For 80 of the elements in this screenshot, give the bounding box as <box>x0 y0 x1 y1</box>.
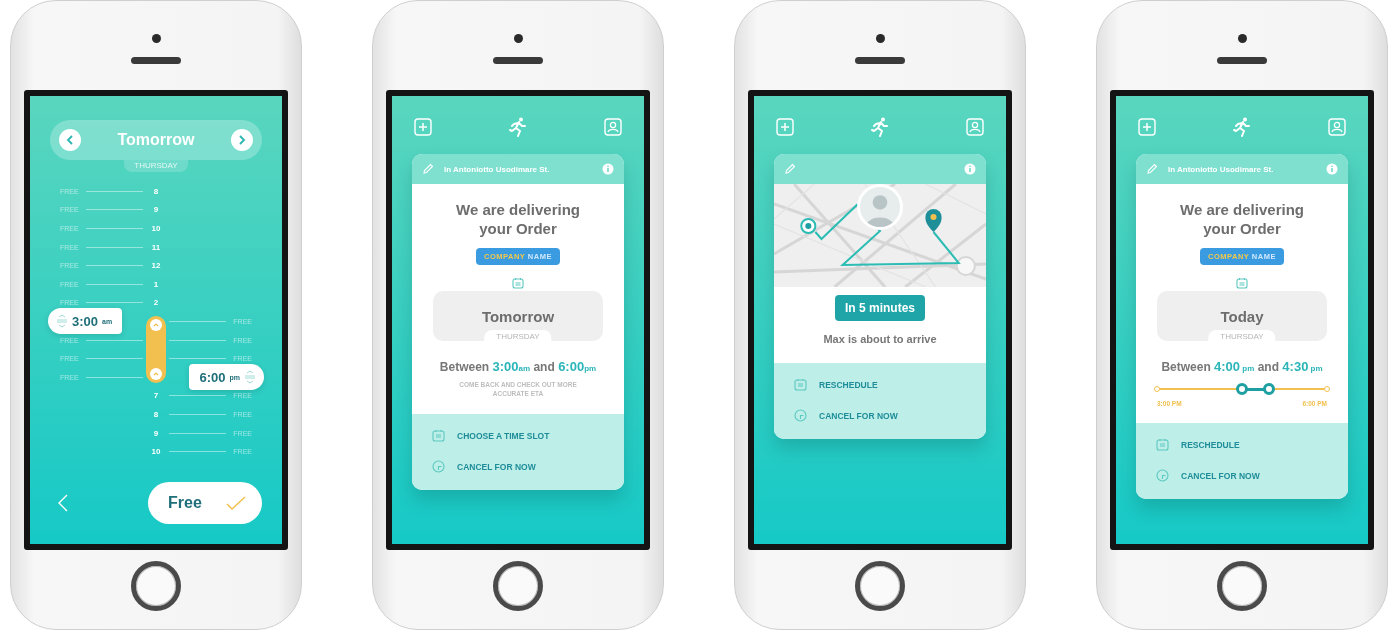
pencil-icon[interactable] <box>1146 163 1158 175</box>
delivery-window-text: Between 3:00am and 6:00pm <box>439 359 597 374</box>
action-link[interactable]: RESCHEDULE <box>1181 439 1240 450</box>
add-icon[interactable] <box>414 118 432 136</box>
pencil-icon[interactable] <box>784 163 796 175</box>
next-day-button[interactable] <box>231 129 253 151</box>
front-camera <box>875 34 885 43</box>
action-link[interactable]: RESCHEDULE <box>819 379 878 390</box>
day-title: Tomorrow <box>117 131 195 149</box>
home-button[interactable] <box>1217 561 1267 611</box>
speaker-grille <box>1217 57 1267 64</box>
calendar-icon <box>512 277 524 289</box>
hour-label[interactable]: 7 <box>153 391 159 401</box>
hour-label[interactable]: 8 <box>153 186 159 196</box>
arrival-message: Max is about to arrive <box>823 333 937 345</box>
home-button[interactable] <box>855 561 905 611</box>
front-camera <box>151 34 161 43</box>
range-handle[interactable] <box>1236 383 1248 395</box>
weekday-label: THURSDAY <box>1208 330 1276 341</box>
calendar-icon <box>432 429 445 443</box>
add-icon[interactable] <box>776 118 794 136</box>
action-link[interactable]: CANCEL FOR NOW <box>819 410 898 421</box>
speaker-grille <box>855 57 905 64</box>
delivery-day: Tomorrow <box>481 307 555 325</box>
front-camera <box>1237 34 1247 43</box>
home-button[interactable] <box>493 561 543 611</box>
order-title: We are delivering your Order <box>455 200 581 238</box>
stepper-icon <box>244 370 256 385</box>
delivery-address: In Antoniotto Usodimare St. <box>444 164 550 174</box>
chevron-right-icon <box>238 135 246 145</box>
speaker-grille <box>131 57 181 64</box>
speaker-grille <box>493 57 543 64</box>
calendar-icon <box>1156 438 1169 451</box>
hour-label[interactable]: 9 <box>153 428 159 438</box>
action-link[interactable]: CHOOSE A TIME SLOT <box>457 430 550 441</box>
add-icon[interactable] <box>1138 118 1156 136</box>
action-link[interactable]: CANCEL FOR NOW <box>457 461 536 472</box>
pencil-icon[interactable] <box>422 163 434 175</box>
hour-label[interactable]: 10 <box>151 224 161 233</box>
range-handle[interactable] <box>1263 383 1276 395</box>
info-icon[interactable] <box>1326 163 1338 175</box>
order-title: We are delivering your Order <box>1179 200 1305 238</box>
clock-icon <box>432 460 445 474</box>
hour-label[interactable]: 1 <box>153 279 159 289</box>
hour-label[interactable]: 8 <box>153 409 159 419</box>
clock-icon <box>1156 469 1169 482</box>
hour-label[interactable]: 10 <box>151 447 161 457</box>
front-camera <box>513 34 523 43</box>
back-icon[interactable] <box>58 494 68 512</box>
confirm-button[interactable]: Free <box>148 482 262 524</box>
runner-icon[interactable] <box>1233 117 1251 137</box>
info-icon[interactable] <box>602 163 614 175</box>
hour-label[interactable]: 9 <box>153 205 159 215</box>
stepper-icon <box>56 314 68 329</box>
eta-badge: In 5 minutes <box>835 295 925 321</box>
delivery-window-text: Between 4:00 pm and 4:30 pm <box>1161 359 1323 374</box>
slider-handle[interactable] <box>150 319 162 332</box>
hour-label[interactable]: 12 <box>151 261 161 271</box>
check-icon <box>226 496 246 510</box>
delivery-address: In Antoniotto Usodimare St. <box>1168 164 1274 174</box>
range-slider-bar[interactable] <box>146 316 166 383</box>
clock-icon <box>794 409 807 422</box>
runner-icon[interactable] <box>509 117 527 137</box>
slider-handle[interactable] <box>150 367 162 380</box>
chevron-left-icon <box>66 135 74 145</box>
profile-icon[interactable] <box>966 118 984 136</box>
hour-label[interactable]: 2 <box>153 298 159 308</box>
home-button[interactable] <box>131 561 181 611</box>
weekday-label: THURSDAY <box>124 160 188 172</box>
profile-icon[interactable] <box>604 118 622 136</box>
weekday-label: THURSDAY <box>484 330 552 341</box>
profile-icon[interactable] <box>1328 118 1346 136</box>
delivery-day: Today <box>1220 307 1264 325</box>
info-icon[interactable] <box>964 163 976 175</box>
previous-day-button[interactable] <box>59 129 81 151</box>
calendar-icon <box>794 378 807 391</box>
hour-label[interactable]: 11 <box>151 242 161 252</box>
runner-icon[interactable] <box>871 117 889 137</box>
action-link[interactable]: CANCEL FOR NOW <box>1181 470 1260 481</box>
calendar-icon <box>1236 277 1248 289</box>
